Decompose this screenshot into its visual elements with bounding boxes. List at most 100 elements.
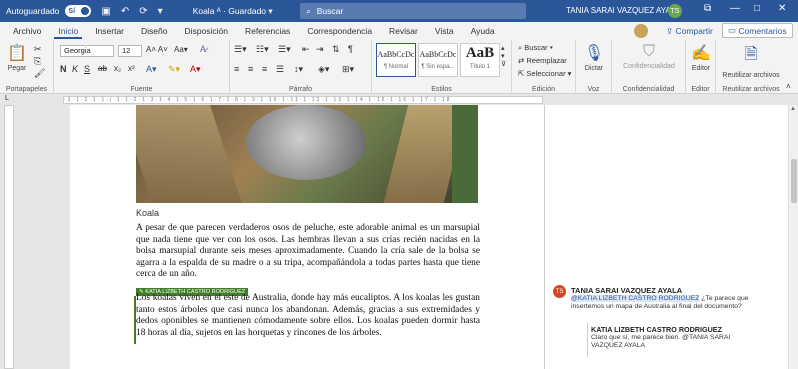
editing-group-label: Edición (532, 86, 555, 93)
style-no-spacing[interactable]: AaBbCcDc ¶ Sin espa... (418, 43, 458, 77)
tab-inicio[interactable]: Inicio (54, 24, 83, 39)
style-heading-1[interactable]: AaB Título 1 (460, 43, 500, 77)
tab-archivo[interactable]: Archivo (9, 24, 45, 38)
bullets-icon[interactable]: ☰▾ (234, 44, 247, 55)
numbering-icon[interactable]: ☷▾ (256, 44, 269, 55)
subscript-icon[interactable]: x₂ (114, 64, 121, 73)
paste-icon: 📋 (7, 45, 27, 62)
italic-icon[interactable]: K (72, 64, 78, 74)
reply-body[interactable]: Claro que sí, me parece bien. @TANIA SAR… (591, 334, 751, 350)
search-box[interactable]: ⌕ Buscar (300, 3, 526, 19)
line-spacing-icon[interactable]: ↕▾ (294, 64, 303, 75)
scroll-up-icon[interactable]: ▲ (790, 106, 796, 112)
reuse-files-button[interactable]: 🗎 Reutilizar archivos (720, 43, 782, 79)
replace-label: Reemplazar (526, 56, 567, 65)
superscript-icon[interactable]: x² (128, 64, 135, 73)
sort-icon[interactable]: ⇅ (332, 44, 340, 55)
editor-button[interactable]: ✍ Editor (687, 43, 715, 72)
highlight-icon[interactable]: ✎▾ (168, 64, 180, 75)
redo-icon[interactable]: ⟳ (139, 6, 147, 17)
align-right-icon[interactable]: ≡ (262, 64, 267, 74)
sensitivity-group: ⛉ Confidencialidad Confidencialidad (612, 40, 686, 94)
grow-font-icon[interactable]: A˄ A˅ (146, 45, 168, 54)
align-left-icon[interactable]: ≡ (234, 64, 239, 74)
comment-body[interactable]: @KATIA LIZBETH CASTRO RODRIGUEZ ¿Te pare… (571, 295, 757, 311)
paragraph-1[interactable]: A pesar de que parecen verdaderos osos d… (136, 223, 480, 281)
user-name[interactable]: TANIA SARAI VAZQUEZ AYALA (566, 6, 681, 15)
koala-image[interactable] (136, 105, 478, 203)
undo-icon[interactable]: ↶ (121, 6, 129, 17)
minimize-icon[interactable]: — (730, 3, 740, 14)
user-avatar[interactable]: TS (668, 4, 682, 18)
increase-indent-icon[interactable]: ⇥ (316, 44, 324, 55)
paragraph-group: ☰▾ ☷▾ ☰▾ ⇤ ⇥ ⇅ ¶ ≡ ≡ ≡ ☰ ↕▾ ◈▾ ⊞▾ Párraf… (230, 40, 372, 94)
comments-button[interactable]: ▭ Comentarios (722, 23, 793, 38)
save-icon[interactable]: ▣ (101, 6, 110, 17)
autosave-toggle[interactable]: Sí (65, 5, 92, 17)
customize-quick-access-icon[interactable]: ▾ (158, 6, 163, 17)
share-icon: ⇪ (666, 25, 676, 36)
decrease-indent-icon[interactable]: ⇤ (302, 44, 310, 55)
clear-format-icon[interactable]: A̷ (200, 44, 206, 54)
tab-vista[interactable]: Vista (431, 24, 458, 38)
collapse-ribbon-icon[interactable]: ˄ (786, 82, 791, 91)
document-title[interactable]: Koala ᴬ · Guardado ▾ (193, 6, 273, 17)
bold-icon[interactable]: N (60, 64, 67, 74)
reply-author: KATIA LIZBETH CASTRO RODRIGUEZ (591, 325, 722, 334)
shading-icon[interactable]: ◈▾ (318, 64, 329, 75)
select-button[interactable]: ⇱ Seleccionar ▾ (518, 69, 571, 78)
tab-correspondencia[interactable]: Correspondencia (303, 24, 376, 38)
underline-icon[interactable]: S (84, 64, 90, 74)
scrollbar-thumb[interactable] (791, 159, 797, 203)
borders-icon[interactable]: ⊞▾ (342, 64, 354, 75)
font-color-icon[interactable]: A▾ (190, 64, 201, 75)
tab-insertar[interactable]: Insertar (91, 24, 128, 38)
vertical-scrollbar[interactable]: ▲ (788, 105, 798, 369)
reply-divider (587, 323, 588, 357)
sensitivity-group-label: Confidencialidad (622, 86, 675, 93)
autosave-state: Sí (68, 7, 76, 15)
sensitivity-label: Confidencialidad (623, 63, 675, 70)
font-family-select[interactable]: Georgia (60, 45, 114, 57)
comment-avatar: TS (553, 285, 566, 298)
multilevel-list-icon[interactable]: ☰▾ (278, 44, 291, 55)
cut-icon[interactable]: ✂ (34, 44, 42, 55)
style-normal[interactable]: AaBbCcDc ¶ Normal (376, 43, 416, 77)
tab-disposicion[interactable]: Disposición (180, 24, 231, 38)
format-painter-icon[interactable]: 🖌 (34, 68, 45, 79)
paste-button[interactable]: 📋 Pegar (4, 43, 30, 72)
strikethrough-icon[interactable]: ab (98, 64, 107, 73)
styles-more-icon[interactable]: ▴ ▾ ⊽ (501, 44, 506, 68)
share-button[interactable]: ⇪ Compartir (660, 24, 719, 38)
justify-icon[interactable]: ☰ (276, 64, 284, 75)
maximize-icon[interactable]: □ (754, 3, 760, 14)
paragraph-2[interactable]: Los koalas viven en el este de Australia… (136, 293, 480, 339)
copy-icon[interactable]: ⎘ (34, 56, 41, 67)
tab-revisar[interactable]: Revisar (385, 24, 422, 38)
find-button[interactable]: ⌕ Buscar ▾ (518, 43, 553, 53)
comments-label: Comentarios (738, 25, 787, 36)
horizontal-ruler: L ·3·1·2·1·1·|·1·1·2·1·3·1·4·1·5·1·6·1·7… (0, 95, 798, 105)
dictate-button[interactable]: 🎙 Dictar (578, 43, 610, 72)
feedback-face-icon[interactable] (634, 24, 648, 38)
search-icon: ⌕ (306, 5, 311, 16)
comment-mention[interactable]: @KATIA LIZBETH CASTRO RODRIGUEZ (571, 295, 700, 302)
reuse-group: 🗎 Reutilizar archivos Reutilizar archivos (716, 40, 786, 94)
font-size-select[interactable]: 12 (118, 45, 142, 57)
text-effects-icon[interactable]: A▾ (146, 64, 157, 75)
show-marks-icon[interactable]: ¶ (348, 44, 353, 54)
change-case-icon[interactable]: Aa▾ (174, 45, 188, 54)
find-label: Buscar (524, 43, 548, 52)
tab-selector-icon[interactable]: L (5, 95, 9, 102)
document-page[interactable]: Koala A pesar de que parecen verdaderos … (70, 105, 544, 369)
tab-ayuda[interactable]: Ayuda (467, 24, 499, 38)
style-name: ¶ Sin espa... (421, 64, 455, 70)
tab-referencias[interactable]: Referencias (241, 24, 294, 38)
sensitivity-button[interactable]: ⛉ Confidencialidad (614, 43, 684, 70)
replace-button[interactable]: ⇄ Reemplazar (518, 56, 567, 65)
style-preview: AaB (465, 45, 495, 61)
close-icon[interactable]: ✕ (778, 3, 786, 14)
align-center-icon[interactable]: ≡ (248, 64, 253, 74)
tab-diseno[interactable]: Diseño (137, 24, 171, 38)
restore-icon[interactable]: ⧉ (704, 3, 711, 14)
